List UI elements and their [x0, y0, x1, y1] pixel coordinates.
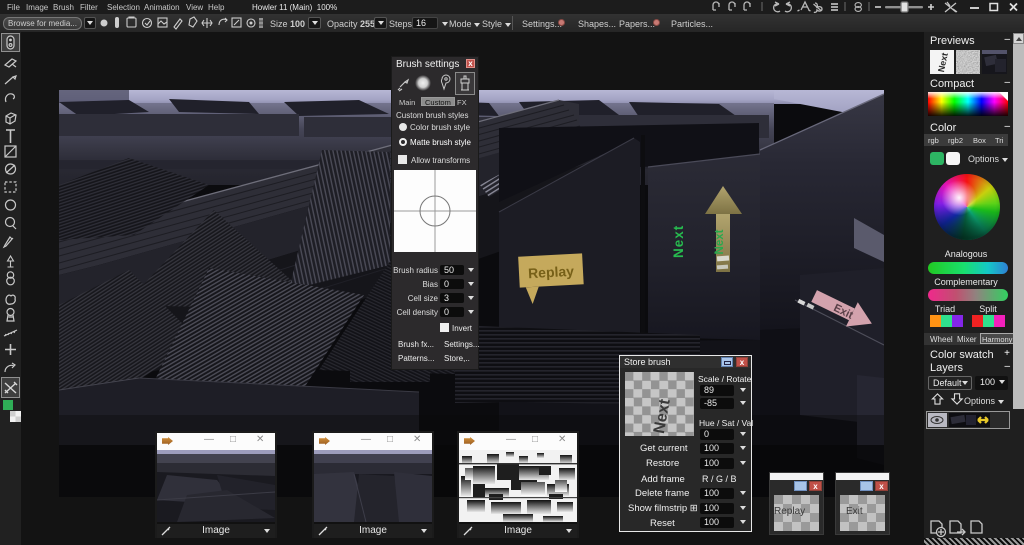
svg-text:Replay: Replay — [528, 263, 575, 281]
svg-text:Next: Next — [671, 225, 686, 258]
svg-text:Next: Next — [714, 229, 726, 254]
